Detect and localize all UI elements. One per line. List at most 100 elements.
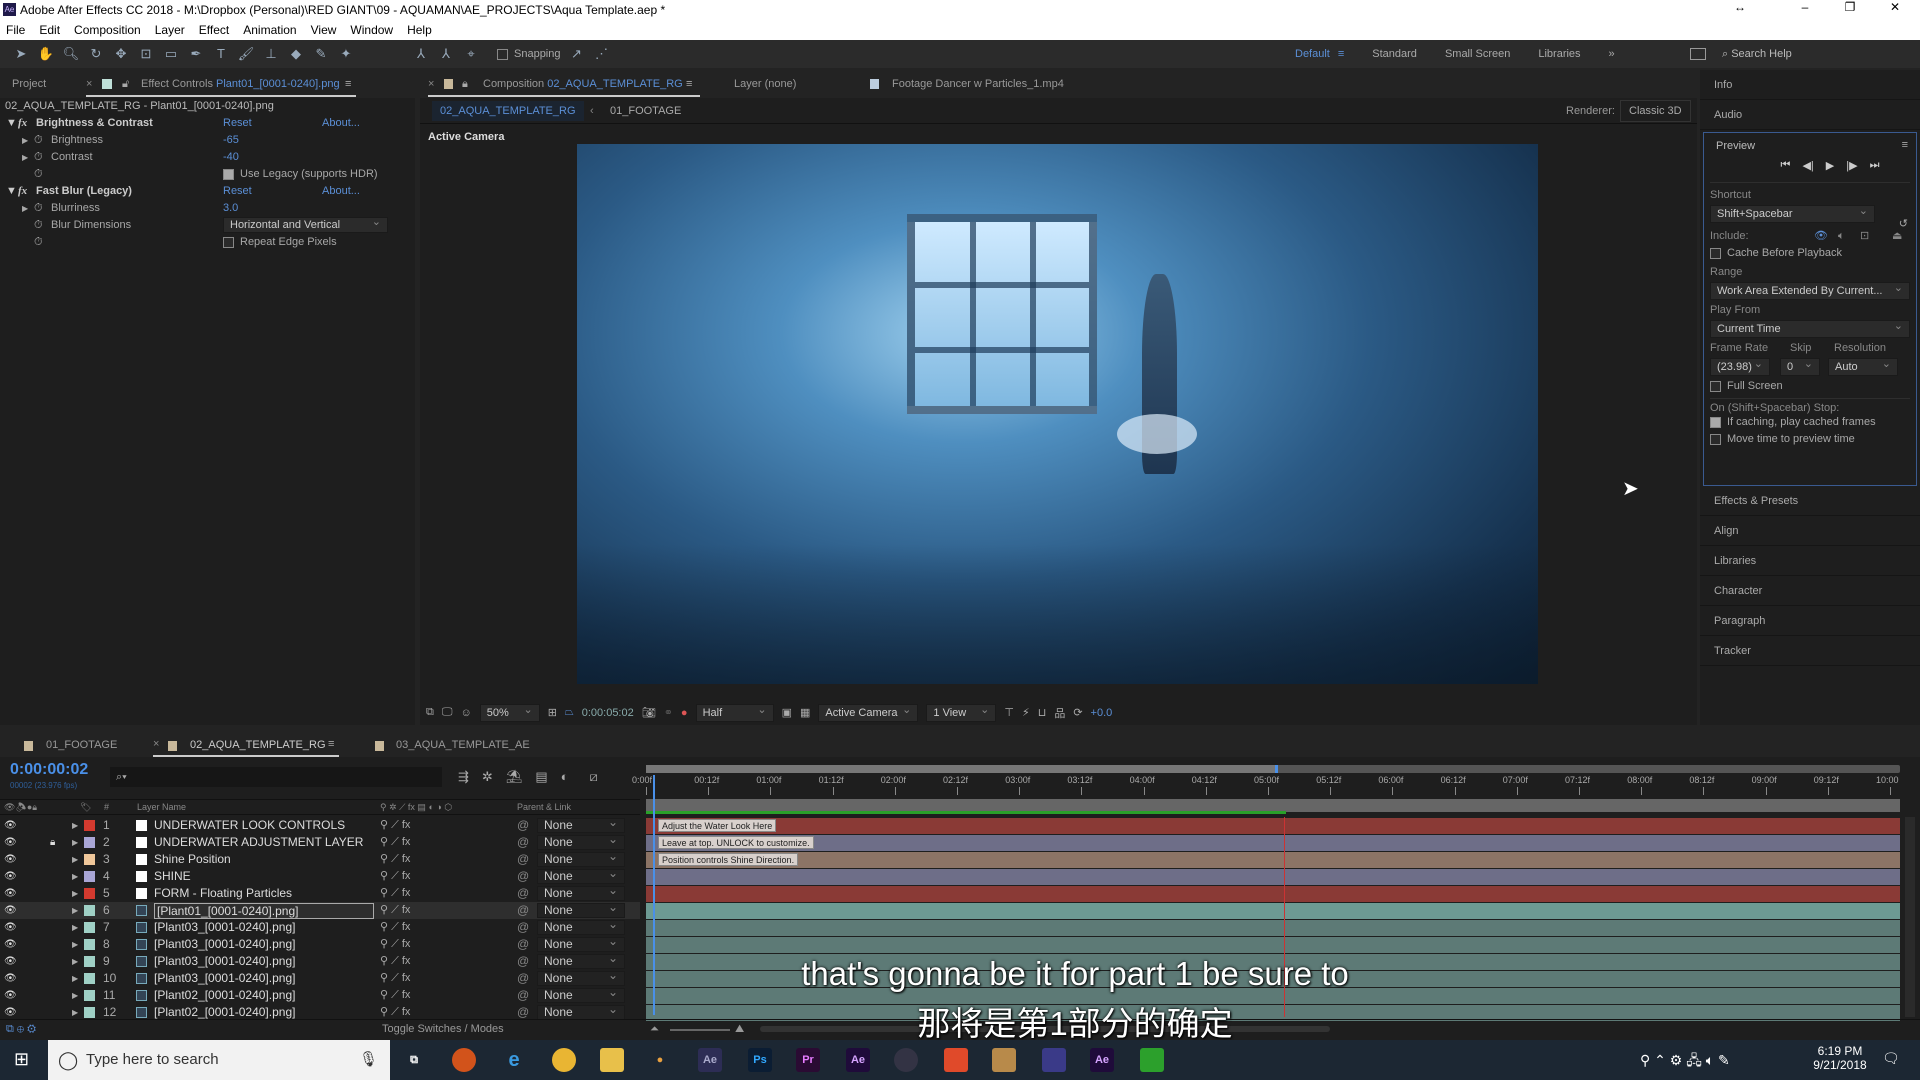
- collapse-triangle-icon[interactable]: ▼: [6, 115, 17, 132]
- expand-triangle-icon[interactable]: ▶: [72, 953, 78, 970]
- full-screen-checkbox[interactable]: Full Screen: [1710, 378, 1910, 395]
- visibility-eye-icon[interactable]: 👁︎: [4, 868, 17, 885]
- panel-tab-libraries[interactable]: Libraries: [1700, 546, 1920, 576]
- previous-frame-icon[interactable]: ◀|: [1802, 159, 1813, 182]
- switches-icons[interactable]: ⚲ ⟋ fx: [380, 834, 410, 851]
- parent-pickwhip-icon[interactable]: @: [517, 817, 529, 834]
- breadcrumb-footage[interactable]: 01_FOOTAGE: [610, 101, 681, 121]
- workspace-libraries[interactable]: Libraries: [1538, 40, 1580, 68]
- layer-duration-bar[interactable]: Adjust the Water Look Here: [646, 818, 1900, 834]
- parent-dropdown[interactable]: None: [537, 935, 625, 952]
- fx-icon[interactable]: fx: [18, 183, 27, 200]
- panel-tab-paragraph[interactable]: Paragraph: [1700, 606, 1920, 636]
- exposure-value[interactable]: +0.0: [1091, 707, 1113, 719]
- layer-name[interactable]: SHINE: [154, 868, 191, 885]
- layer-name[interactable]: [Plant03_[0001-0240].png]: [154, 936, 295, 953]
- parent-pickwhip-icon[interactable]: @: [517, 851, 529, 868]
- about-link[interactable]: About...: [322, 115, 360, 132]
- property-value[interactable]: -65: [223, 132, 239, 149]
- reset-exposure-icon[interactable]: ⟳: [1073, 706, 1082, 719]
- expand-triangle-icon[interactable]: ▶: [72, 868, 78, 885]
- app-icon[interactable]: [992, 1048, 1016, 1072]
- layer-name[interactable]: UNDERWATER ADJUSTMENT LAYER: [154, 834, 363, 851]
- layer-search-input[interactable]: ⌕▾: [110, 767, 442, 787]
- layer-duration-bar[interactable]: [646, 869, 1900, 885]
- layer-name[interactable]: [Plant03_[0001-0240].png]: [154, 919, 295, 936]
- parent-pickwhip-icon[interactable]: @: [517, 919, 529, 936]
- effect-header[interactable]: ▼ fx Brightness & Contrast Reset About...: [0, 115, 415, 132]
- tab-composition[interactable]: Composition 02_AQUA_TEMPLATE_RG: [483, 70, 683, 98]
- close-tab-icon[interactable]: ×: [428, 70, 434, 98]
- effect-header[interactable]: ▼ fx Fast Blur (Legacy) Reset About...: [0, 183, 415, 200]
- view-axis-icon[interactable]: ⌖: [462, 45, 480, 63]
- include-video-icon[interactable]: 👁︎: [1814, 227, 1828, 245]
- lock-icon[interactable]: 🔓︎: [122, 70, 129, 98]
- expand-triangle-icon[interactable]: ▶: [72, 970, 78, 987]
- draft-3d-icon[interactable]: ✲: [482, 769, 493, 785]
- layer-row[interactable]: 👁︎ ▶ 5 FORM - Floating Particles ⚲ ⟋ fx @ None: [0, 884, 640, 902]
- layer-row[interactable]: 👁︎ ▶ 7 [Plant03_[0001-0240].png] ⚲ ⟋ fx @ None: [0, 918, 640, 936]
- motion-blur-icon[interactable]: ◐: [561, 769, 569, 785]
- reset-link[interactable]: Reset: [223, 183, 252, 200]
- layer-name[interactable]: Shine Position: [154, 851, 231, 868]
- premiere-icon[interactable]: Pr: [796, 1048, 820, 1072]
- eraser-tool-icon[interactable]: ◆: [287, 45, 305, 63]
- lock-icon[interactable]: 🔒︎: [462, 70, 468, 98]
- label-color-swatch[interactable]: [84, 888, 95, 899]
- menu-help[interactable]: Help: [407, 20, 432, 40]
- safe-zones-icon[interactable]: ⊞: [548, 706, 557, 719]
- tab-project[interactable]: Project: [12, 70, 46, 98]
- expand-triangle-icon[interactable]: ▶: [72, 817, 78, 834]
- layer-duration-bar[interactable]: Position controls Shine Direction.: [646, 852, 1900, 868]
- visibility-eye-icon[interactable]: 👁︎: [4, 953, 17, 970]
- expand-icon[interactable]: ⧉ ⊕ ⚙: [6, 1020, 36, 1038]
- visibility-eye-icon[interactable]: 👁︎: [4, 936, 17, 953]
- switches-icons[interactable]: ⚲ ⟋ fx: [380, 936, 410, 953]
- view-layout-dropdown[interactable]: 1 View: [926, 702, 997, 722]
- camera-dropdown[interactable]: Active Camera: [818, 702, 919, 722]
- camera-tool-icon[interactable]: ✥: [112, 45, 130, 63]
- audio-panel-tab[interactable]: Audio: [1700, 100, 1920, 130]
- parent-dropdown[interactable]: None: [537, 833, 625, 850]
- label-color-swatch[interactable]: [84, 956, 95, 967]
- app-icon[interactable]: [894, 1048, 918, 1072]
- windows-start-icon[interactable]: ⊞: [14, 1049, 29, 1070]
- parent-dropdown[interactable]: None: [537, 918, 625, 935]
- clone-tool-icon[interactable]: ⊥: [262, 45, 280, 63]
- resolution-dropdown[interactable]: Auto: [1828, 356, 1898, 376]
- label-color-swatch[interactable]: [84, 939, 95, 950]
- shortcut-dropdown[interactable]: Shift+Spacebar: [1710, 203, 1875, 223]
- expand-triangle-icon[interactable]: ▶: [72, 936, 78, 953]
- hand-tool-icon[interactable]: ✋: [37, 45, 55, 63]
- system-tray-icons[interactable]: ⚲ ⌃ ⚙ 🖧︎ 🔈︎ ✎: [1640, 1050, 1730, 1074]
- layer-duration-bar[interactable]: Leave at top. UNLOCK to customize.: [646, 835, 1900, 851]
- label-color-swatch[interactable]: [84, 871, 95, 882]
- menu-effect[interactable]: Effect: [199, 20, 229, 40]
- reset-link[interactable]: Reset: [223, 115, 252, 132]
- panel-menu-icon[interactable]: ≡: [686, 70, 692, 98]
- expand-triangle-icon[interactable]: ▶: [22, 149, 28, 166]
- brush-tool-icon[interactable]: 🖌︎: [237, 45, 255, 63]
- tab-03-aqua-template-ae[interactable]: 03_AQUA_TEMPLATE_AE: [396, 739, 530, 751]
- visibility-eye-icon[interactable]: 👁︎: [4, 902, 17, 919]
- workspace-standard[interactable]: Standard: [1372, 40, 1417, 68]
- tab-effect-controls[interactable]: Effect Controls Plant01_[0001-0240].png: [141, 70, 340, 98]
- snapping-toggle[interactable]: Snapping: [497, 48, 561, 60]
- next-frame-icon[interactable]: |▶: [1846, 159, 1857, 182]
- layer-row[interactable]: 👁︎ ▶ 8 [Plant03_[0001-0240].png] ⚲ ⟋ fx @ None: [0, 935, 640, 953]
- label-color-swatch[interactable]: [84, 837, 95, 848]
- stopwatch-icon[interactable]: ⏱: [34, 200, 43, 217]
- minimize-button[interactable]: –: [1785, 0, 1825, 20]
- visibility-eye-icon[interactable]: 👁︎: [4, 919, 17, 936]
- cache-before-playback-checkbox[interactable]: Cache Before Playback: [1710, 245, 1910, 262]
- chrome-icon[interactable]: [552, 1048, 576, 1072]
- menu-file[interactable]: File: [6, 20, 25, 40]
- parent-dropdown[interactable]: None: [537, 901, 625, 918]
- time-navigator[interactable]: [646, 765, 1900, 773]
- layer-marker-comment[interactable]: Leave at top. UNLOCK to customize.: [658, 836, 814, 849]
- mask-icon[interactable]: ☺: [460, 707, 471, 719]
- current-time-display[interactable]: 0:00:00:02: [10, 761, 88, 779]
- layer-row[interactable]: 👁︎ ▶ 4 SHINE ⚲ ⟋ fx @ None: [0, 867, 640, 885]
- skip-dropdown[interactable]: 0: [1780, 356, 1820, 376]
- blur-dimensions-dropdown[interactable]: Horizontal and Vertical: [223, 215, 388, 233]
